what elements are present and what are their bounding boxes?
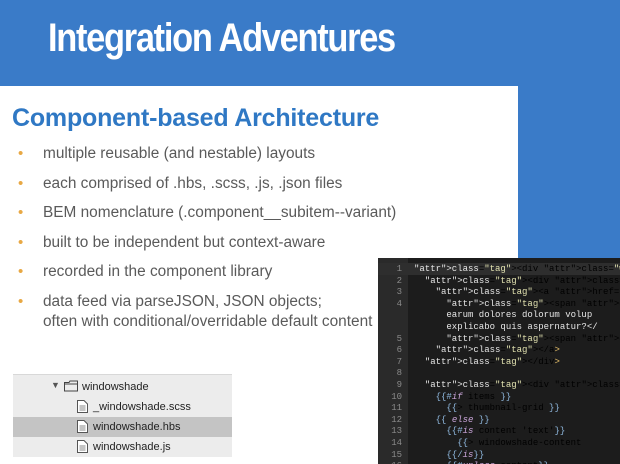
code-line: explicabo quis aspernatur?</ bbox=[378, 321, 620, 333]
code-line: 6 "attr">class="tag"></a> bbox=[378, 344, 620, 356]
code-text: {{> thumbnail-grid }} bbox=[446, 403, 560, 414]
file-icon bbox=[77, 440, 89, 454]
bullet-marker: • bbox=[18, 145, 24, 162]
section-heading: Component-based Architecture bbox=[12, 104, 380, 132]
code-text: {{> windowshade-content bbox=[457, 438, 582, 448]
bullet-text: built to be independent but context-awar… bbox=[43, 233, 326, 251]
folder-icon bbox=[64, 380, 78, 394]
bullet-text: multiple reusable (and nestable) layouts bbox=[43, 145, 316, 162]
line-number: 12 bbox=[391, 414, 402, 425]
line-number: 13 bbox=[391, 426, 402, 437]
line-number: 5 bbox=[396, 333, 402, 344]
code-text: "attr">class="tag"><a "attr">href="#" "a… bbox=[435, 287, 620, 298]
code-line: 11 {{> thumbnail-grid }} bbox=[378, 402, 620, 414]
bullet-item: • data feed via parseJSON, JSON objects; o… bbox=[18, 292, 396, 332]
code-text: "attr">class="tag"><div "attr">class="wi… bbox=[424, 275, 620, 286]
bullet-list: • multiple reusable (and nestable) layout… bbox=[18, 144, 396, 341]
code-editor[interactable]: 1 "attr">class="tag"><div "attr">class="w… bbox=[378, 258, 620, 464]
title-band: Integration Adventures bbox=[0, 0, 620, 86]
code-line: 3 "attr">class="tag"><a "attr">href="#" … bbox=[378, 286, 620, 298]
slide-title: Integration Adventures bbox=[48, 16, 396, 60]
bullet-text-continued: often with conditional/overridable defau… bbox=[43, 312, 373, 330]
code-line: 14 {{> windowshade-content bbox=[378, 437, 620, 449]
line-number: 15 bbox=[391, 449, 402, 460]
code-line: 9 "attr">class="tag"><div "attr">class="… bbox=[378, 379, 620, 391]
line-number: 10 bbox=[391, 391, 402, 402]
code-text: "attr">class="tag"></div> bbox=[424, 356, 560, 367]
code-line: earum dolores dolorum volup bbox=[378, 309, 620, 321]
bullet-marker: • bbox=[18, 174, 24, 192]
line-number: 16 bbox=[378, 460, 402, 464]
code-line: 5 "attr">class="tag"><span "attr">class=… bbox=[378, 333, 620, 345]
code-text: "attr">class="tag"></a> bbox=[435, 345, 560, 356]
code-text: {{ else }} bbox=[435, 414, 490, 425]
bullet-text: data feed via parseJSON, JSON objects; bbox=[43, 292, 322, 310]
code-text: explicabo quis aspernatur?</ bbox=[414, 322, 598, 332]
code-text: "attr">class="tag"><span "attr">class="w… bbox=[446, 298, 620, 309]
bullet-item: • recorded in the component library bbox=[18, 262, 396, 282]
bullet-item: • multiple reusable (and nestable) layout… bbox=[18, 144, 396, 164]
bullet-text: each comprised of .hbs, .scss, .js, .jso… bbox=[43, 174, 343, 192]
line-number: 4 bbox=[396, 298, 402, 309]
code-line: 13 {{#is content 'text'}} bbox=[378, 425, 620, 437]
bullet-marker: • bbox=[18, 204, 24, 221]
code-line: 4 "attr">class="tag"><span "attr">class=… bbox=[378, 298, 620, 310]
bullet-text: BEM nomenclature (.component__subitem--v… bbox=[43, 204, 397, 221]
tree-file-label: windowshade.js bbox=[93, 441, 171, 453]
line-number: 6 bbox=[396, 345, 402, 356]
bullet-item: • BEM nomenclature (.component__subitem--… bbox=[18, 203, 396, 223]
code-text: {{#if items }} bbox=[435, 391, 512, 402]
line-number: 7 bbox=[396, 356, 402, 367]
disclosure-triangle-icon[interactable]: ▼ bbox=[51, 380, 60, 390]
code-line: 8 bbox=[378, 367, 620, 379]
code-line: 15 {{/is}} bbox=[378, 449, 620, 461]
tree-file-hbs[interactable]: windowshade.hbs bbox=[13, 417, 232, 437]
code-line: 10 {{#if items }} bbox=[378, 391, 620, 403]
bullet-marker: • bbox=[18, 233, 24, 251]
tree-file-scss[interactable]: _windowshade.scss bbox=[13, 397, 232, 417]
bullet-marker: • bbox=[18, 292, 24, 310]
tree-folder-label: windowshade bbox=[82, 381, 149, 393]
code-line: 16 {{#unless content}} bbox=[378, 460, 620, 464]
code-line: 7 "attr">class="tag"></div> bbox=[378, 356, 620, 368]
code-line: 12 {{ else }} bbox=[378, 414, 620, 426]
tree-folder-windowshade[interactable]: ▼ windowshade bbox=[13, 377, 232, 397]
line-number: 14 bbox=[391, 438, 402, 448]
tree-file-label: windowshade.hbs bbox=[93, 421, 181, 433]
file-tree: ▼ windowshade _windowshade.scss windowsh… bbox=[13, 374, 232, 457]
code-text: "attr">class="tag"><div "attr">class="wi… bbox=[424, 380, 620, 390]
line-number: 3 bbox=[396, 287, 402, 298]
bullet-text: recorded in the component library bbox=[43, 263, 273, 280]
bullet-item: • built to be independent but context-awa… bbox=[18, 233, 396, 253]
tree-file-js[interactable]: windowshade.js bbox=[13, 437, 232, 457]
file-icon bbox=[77, 420, 89, 434]
code-text: {{/is}} bbox=[446, 449, 485, 460]
line-number: 8 bbox=[396, 368, 402, 379]
line-number: 9 bbox=[396, 380, 402, 390]
code-text: {{#is content 'text'}} bbox=[446, 426, 566, 437]
code-line: 1 "attr">class="tag"><div "attr">class="w… bbox=[378, 263, 620, 275]
code-text: {{#unless content}} bbox=[414, 460, 549, 464]
code-text: earum dolores dolorum volup bbox=[414, 310, 593, 321]
line-number: 2 bbox=[396, 275, 402, 286]
file-icon bbox=[77, 400, 89, 414]
tree-file-label: _windowshade.scss bbox=[93, 401, 191, 413]
line-number: 11 bbox=[391, 403, 402, 414]
code-line: 2 "attr">class="tag"><div "attr">class="… bbox=[378, 275, 620, 287]
code-text: "attr">class="tag"><div "attr">class="wi… bbox=[414, 264, 620, 274]
bullet-item: • each comprised of .hbs, .scss, .js, .js… bbox=[18, 174, 396, 194]
code-text: "attr">class="tag"><span "attr">class="w… bbox=[446, 333, 620, 344]
bullet-marker: • bbox=[18, 263, 24, 280]
line-number: 1 bbox=[396, 264, 402, 274]
